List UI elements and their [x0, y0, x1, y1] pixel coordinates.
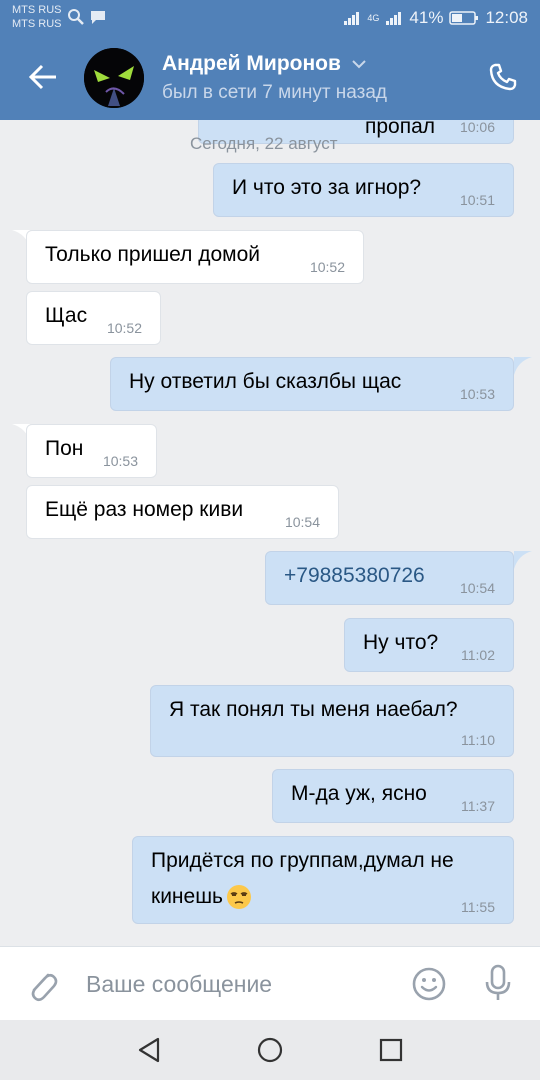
bubble-tail [514, 551, 532, 569]
battery-percent: 41% [409, 8, 444, 27]
message-bubble-out[interactable]: Я так понял ты меня наебал? 11:10 [150, 685, 514, 757]
message-text-line1: Придётся по группам,думал не [151, 849, 454, 872]
message-text: Щас [45, 304, 88, 327]
back-arrow-icon[interactable] [26, 60, 60, 94]
message-time: 11:37 [461, 798, 495, 814]
status-right: 4G 41% 12:08 [343, 8, 528, 28]
message-bubble-out[interactable]: +79885380726 10:54 [265, 551, 514, 605]
mic-icon[interactable] [482, 963, 514, 1003]
message-text: Только пришел домой [45, 243, 261, 266]
message-time: 10:52 [309, 259, 345, 275]
message-bubble-out[interactable]: И что это за игнор? 10:51 [213, 163, 514, 217]
carrier-1: MTS RUS [12, 4, 62, 16]
message-bubble-in[interactable]: Пон 10:53 [26, 424, 157, 478]
signal-icon-1 [344, 12, 360, 25]
nav-recents-icon[interactable] [377, 1036, 405, 1064]
message-input-bar [0, 946, 540, 1020]
status-bar: MTS RUS MTS RUS 4G 41% 12:08 [0, 0, 540, 38]
search-icon [68, 9, 84, 25]
message-text: М-да уж, ясно [291, 782, 427, 805]
chat-icon [91, 11, 105, 24]
chat-header: Андрей Миронов был в сети 7 минут назад [0, 38, 540, 120]
carrier-2: MTS RUS [12, 18, 62, 30]
smile-icon[interactable] [410, 965, 448, 1003]
nav-home-icon[interactable] [256, 1036, 284, 1064]
message-time: 11:10 [461, 732, 495, 748]
message-time: 10:06 [459, 120, 495, 135]
phone-link[interactable]: +79885380726 [284, 564, 425, 588]
message-time: 10:53 [102, 453, 138, 469]
chevron-down-icon [352, 60, 366, 69]
battery-icon [449, 11, 479, 25]
avatar-image [84, 48, 144, 108]
avatar[interactable] [84, 48, 144, 108]
contact-status: был в сети 7 минут назад [162, 82, 388, 103]
nav-back-icon[interactable] [136, 1036, 164, 1064]
network-type: 4G [367, 12, 380, 23]
signal-icon-2 [386, 12, 402, 25]
carrier-labels: MTS RUS MTS RUS [12, 3, 62, 31]
message-time: 10:54 [459, 580, 495, 596]
message-input[interactable] [86, 965, 386, 1003]
android-nav-bar [0, 1020, 540, 1080]
message-text: Пон [45, 437, 84, 460]
contact-name: Андрей Миронов [162, 52, 341, 75]
message-text-line2: кинешь [151, 885, 223, 908]
bubble-tail [514, 357, 532, 375]
unamused-emoji-icon [226, 885, 251, 909]
notification-icons [67, 8, 107, 26]
phone-icon[interactable] [488, 62, 518, 92]
message-text: Ну ответил бы сказлбы щас [129, 370, 402, 393]
chat-area[interactable]: пропал 10:06 Сегодня, 22 август И что эт… [0, 120, 540, 946]
clock: 12:08 [485, 8, 528, 27]
contact-name-row[interactable]: Андрей Миронов [162, 52, 367, 76]
message-text: Я так понял ты меня наебал? [169, 698, 458, 721]
message-text: пропал [365, 120, 436, 138]
message-text: Ну что? [363, 631, 439, 654]
message-bubble-out[interactable]: Ну что? 11:02 [344, 618, 514, 672]
message-bubble-in[interactable]: Только пришел домой 10:52 [26, 230, 364, 284]
message-text-line2-wrap: кинешь [151, 883, 253, 911]
message-time: 10:52 [106, 320, 142, 336]
message-text: Ещё раз номер киви [45, 498, 244, 521]
message-time: 10:51 [459, 192, 495, 208]
date-separator: Сегодня, 22 август [190, 134, 338, 153]
message-bubble-out[interactable]: Ну ответил бы сказлбы щас 10:53 [110, 357, 514, 411]
message-text: И что это за игнор? [232, 176, 422, 199]
message-bubble-in[interactable]: Ещё раз номер киви 10:54 [26, 485, 339, 539]
message-bubble-in[interactable]: Щас 10:52 [26, 291, 161, 345]
message-time: 10:53 [459, 386, 495, 402]
paperclip-icon[interactable] [24, 965, 60, 1005]
message-bubble-out[interactable]: М-да уж, ясно 11:37 [272, 769, 514, 823]
message-time: 11:02 [461, 647, 495, 663]
message-time: 11:55 [461, 899, 495, 915]
message-bubble-out[interactable]: Придётся по группам,думал не кинешь 11:5… [132, 836, 514, 924]
message-time: 10:54 [284, 514, 320, 530]
